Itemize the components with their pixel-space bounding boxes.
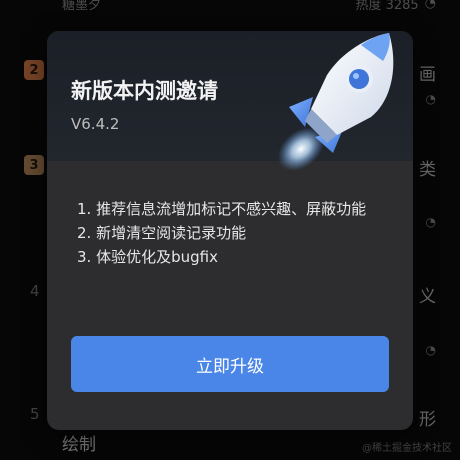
release-note-item: 1. 推荐信息流增加标记不感兴趣、屏蔽功能 — [77, 200, 367, 218]
release-notes: 1. 推荐信息流增加标记不感兴趣、屏蔽功能 2. 新增清空阅读记录功能 3. 体… — [77, 197, 397, 269]
version-label: V6.4.2 — [71, 115, 120, 133]
release-note-item: 2. 新增清空阅读记录功能 — [77, 224, 247, 242]
dialog-header: 新版本内测邀请 V6.4.2 — [47, 31, 413, 171]
release-note-item: 3. 体验优化及bugfix — [77, 248, 218, 266]
dialog-title: 新版本内测邀请 — [71, 79, 218, 103]
rocket-icon — [277, 33, 394, 171]
update-invite-dialog: 新版本内测邀请 V6.4.2 1. 推荐信息流增加标记不感兴趣、屏蔽功能 2. … — [47, 31, 413, 430]
upgrade-now-button[interactable]: 立即升级 — [71, 336, 389, 392]
